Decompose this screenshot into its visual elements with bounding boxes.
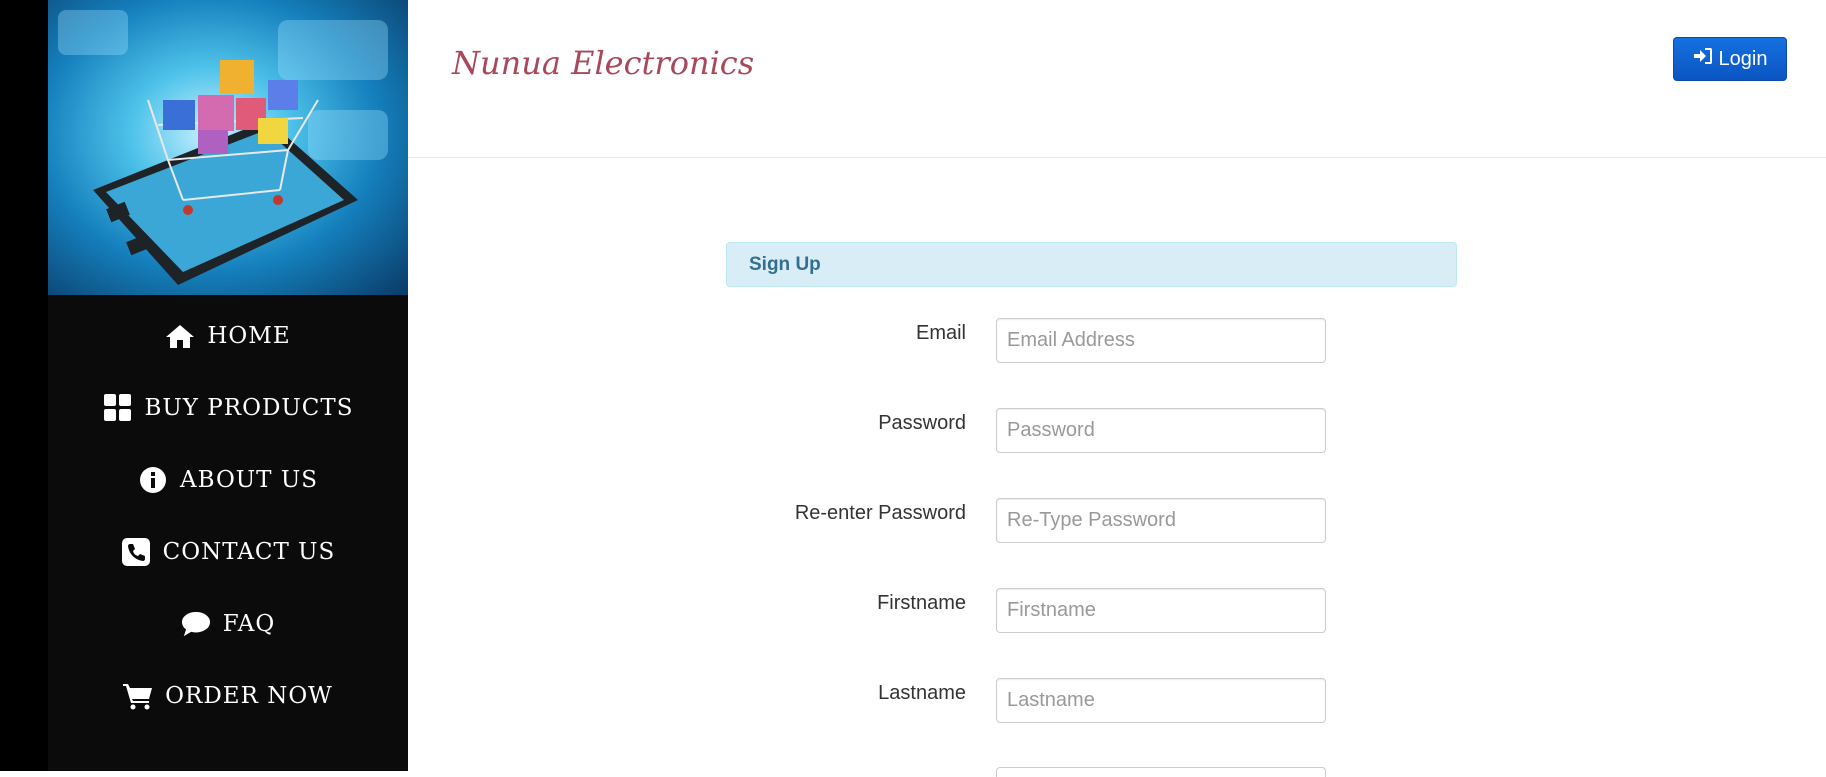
reenter-password-field[interactable] [996, 498, 1326, 543]
nav-item-faq[interactable]: FAQ [48, 588, 408, 660]
lastname-field[interactable] [996, 678, 1326, 723]
nav-item-order-now[interactable]: ORDER NOW [48, 660, 408, 732]
email-field[interactable] [996, 318, 1326, 363]
home-icon [165, 321, 195, 351]
brand-title[interactable]: Nunua Electronics [452, 44, 754, 82]
sign-in-icon [1693, 47, 1713, 71]
form-row-email: Email [726, 318, 1326, 364]
nav-item-label: BUY PRODUCTS [144, 395, 354, 421]
phone-icon [121, 537, 151, 567]
email-label: Email [915, 322, 966, 344]
nav-item-label: HOME [207, 323, 291, 349]
nav-item-home[interactable]: HOME [48, 300, 408, 372]
form-row-password: Password [726, 408, 1326, 454]
nav-item-label: ABOUT US [180, 467, 318, 493]
info-icon [138, 465, 168, 495]
login-button[interactable]: Login [1673, 37, 1787, 81]
nav-item-label: FAQ [222, 611, 276, 637]
reenter-password-label: Re-enter Password [794, 502, 966, 524]
sidebar: HOME BUY PRODUCTS ABOUT US CONTACT US FA… [48, 0, 408, 771]
nav-item-buy-products[interactable]: BUY PRODUCTS [48, 372, 408, 444]
form-row-lastname: Lastname [726, 678, 1326, 724]
nav-item-contact-us[interactable]: CONTACT US [48, 516, 408, 588]
password-label: Password [878, 412, 966, 434]
nav-item-label: CONTACT US [162, 539, 336, 565]
firstname-label: Firstname [877, 592, 966, 614]
sidebar-nav: HOME BUY PRODUCTS ABOUT US CONTACT US FA… [48, 300, 408, 732]
nav-item-about-us[interactable]: ABOUT US [48, 444, 408, 516]
firstname-field[interactable] [996, 588, 1326, 633]
nav-item-label: ORDER NOW [165, 683, 333, 709]
next-field-partial[interactable] [996, 767, 1326, 777]
shopping-cart-phone-banner-image [48, 0, 408, 295]
cart-icon [123, 681, 153, 711]
form-row-reenter-password: Re-enter Password [726, 498, 1326, 544]
page-left-edge [0, 0, 48, 771]
comment-icon [181, 609, 211, 639]
grid-icon [103, 393, 133, 423]
lastname-label: Lastname [878, 682, 966, 704]
login-button-label: Login [1718, 47, 1768, 70]
top-header: Nunua Electronics Login [408, 0, 1826, 158]
password-field[interactable] [996, 408, 1326, 453]
form-row-firstname: Firstname [726, 588, 1326, 634]
panel-heading: Sign Up [726, 242, 1457, 287]
